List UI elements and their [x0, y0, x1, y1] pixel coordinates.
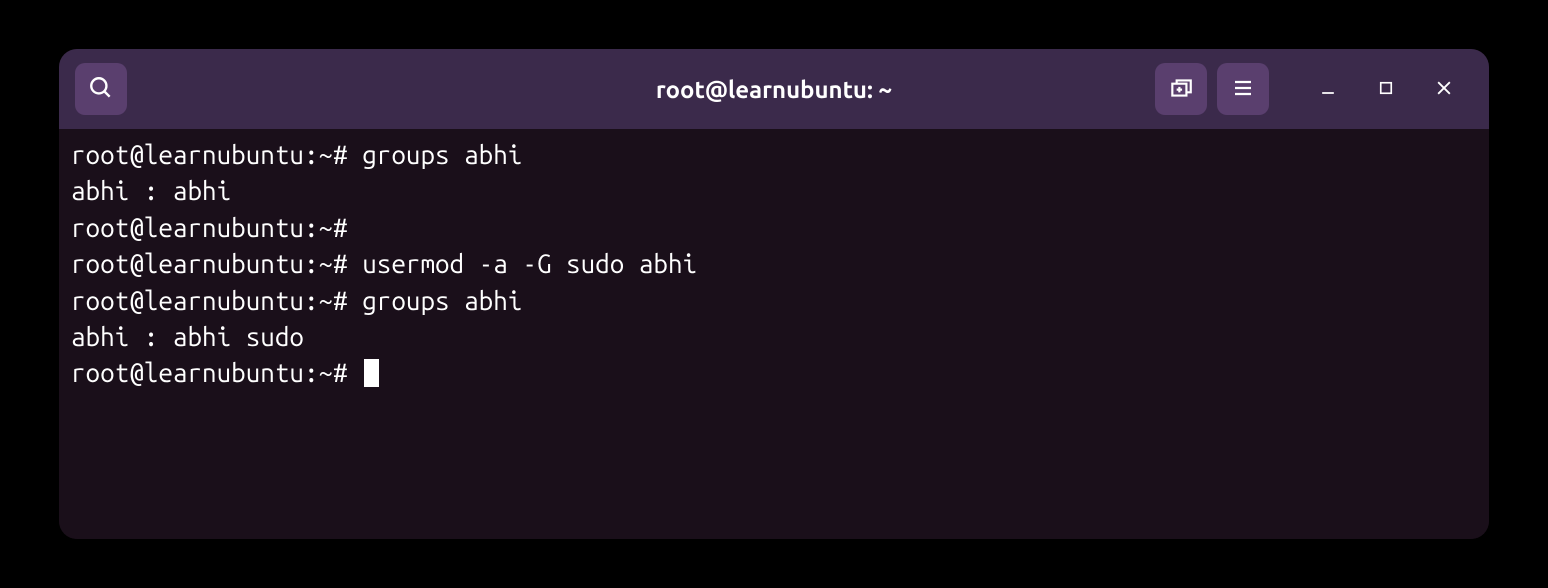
maximize-button[interactable] [1357, 63, 1415, 115]
close-button[interactable] [1415, 63, 1473, 115]
hamburger-icon [1231, 76, 1255, 103]
search-button[interactable] [75, 63, 127, 115]
terminal-prompt-line: root@learnubuntu:~# [71, 355, 1477, 391]
minimize-icon [1318, 78, 1338, 101]
minimize-button[interactable] [1299, 63, 1357, 115]
window-controls [1299, 63, 1473, 115]
titlebar-right [1155, 63, 1473, 115]
new-tab-button[interactable] [1155, 63, 1207, 115]
close-icon [1434, 78, 1454, 101]
terminal-window: root@learnubuntu: ~ [59, 49, 1489, 539]
titlebar: root@learnubuntu: ~ [59, 49, 1489, 129]
cursor [364, 359, 379, 387]
terminal-line: root@learnubuntu:~# usermod -a -G sudo a… [71, 246, 1477, 282]
terminal-body[interactable]: root@learnubuntu:~# groups abhi abhi : a… [59, 129, 1489, 539]
titlebar-left [75, 63, 127, 115]
maximize-icon [1377, 79, 1395, 100]
search-icon [88, 75, 114, 104]
terminal-prompt: root@learnubuntu:~# [71, 358, 362, 387]
terminal-line: root@learnubuntu:~# [71, 210, 1477, 246]
terminal-line: abhi : abhi [71, 173, 1477, 209]
terminal-line: abhi : abhi sudo [71, 319, 1477, 355]
window-title: root@learnubuntu: ~ [656, 76, 892, 103]
hamburger-menu-button[interactable] [1217, 63, 1269, 115]
terminal-line: root@learnubuntu:~# groups abhi [71, 283, 1477, 319]
terminal-line: root@learnubuntu:~# groups abhi [71, 137, 1477, 173]
new-tab-icon [1168, 75, 1194, 104]
